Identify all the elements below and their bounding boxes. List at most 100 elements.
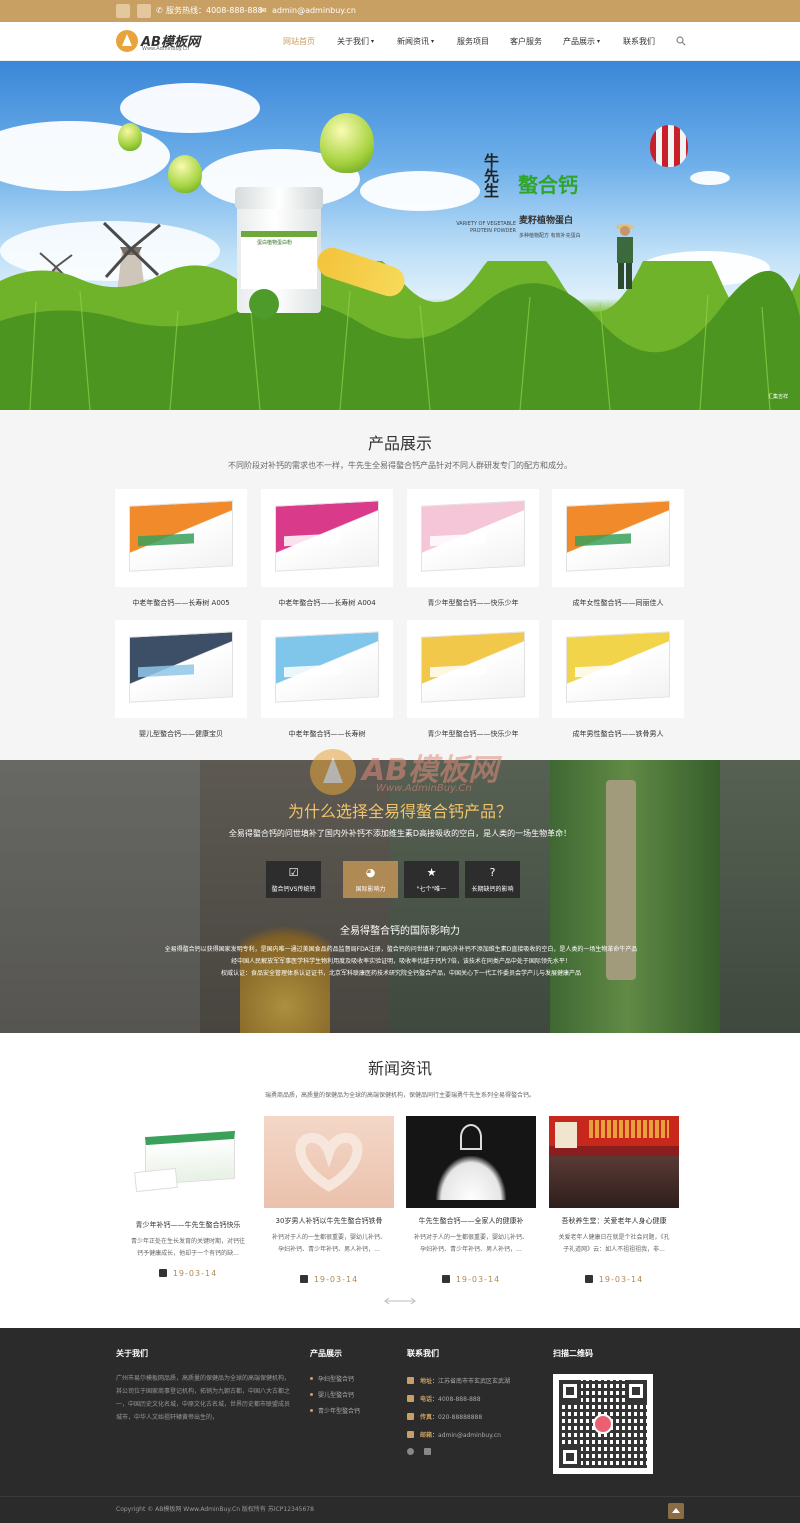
product-box-stripe [575, 533, 631, 547]
date-text: 19-03-14 [313, 1275, 359, 1284]
news-card[interactable]: 吾秋养生堂：关爱老年人身心健康 关爱老年人健康日在就是个社会问题，《孔子礼道网》… [549, 1116, 679, 1286]
news-card-title[interactable]: 牛先生螯合钙——全家人的健康补 [406, 1216, 536, 1226]
cart-icon[interactable] [137, 4, 151, 18]
topbar-email[interactable]: admin@adminbuy.cn [272, 6, 356, 16]
poster-image [555, 1122, 577, 1148]
product-card[interactable] [261, 489, 393, 587]
news-description: 瑞勇商品质，高质量的保健品为全球的高端保健机构，保健品同行主要瑞勇牛先生系列全易… [264, 1092, 535, 1099]
date-text: 19-03-14 [455, 1275, 501, 1284]
cloud [360, 171, 480, 211]
product-name[interactable]: 中老年螯合钙——长寿树 A004 [261, 598, 393, 608]
footer-email[interactable]: 邮箱：admin@adminbuy.cn [407, 1430, 501, 1439]
site-header: AB模板网 Www.AdminBuy.Cn 网站首页 关于我们 ▾ 新闻资讯 ▾ 服… [0, 22, 800, 61]
back-to-top-button[interactable] [668, 1503, 684, 1519]
date-text: 19-03-14 [172, 1269, 218, 1278]
news-image [549, 1116, 679, 1208]
product-card[interactable] [115, 620, 247, 718]
calendar-icon [158, 1269, 167, 1277]
footer-address: 地址：江苏省南市市玄武区玄武湖 [407, 1376, 510, 1385]
link-text: 青少年型螯合钙 [318, 1408, 361, 1415]
product-name[interactable]: 成年女性螯合钙——同丽佳人 [552, 598, 684, 608]
product-name[interactable]: 中老年螯合钙——长寿树 A005 [115, 598, 247, 608]
heart-hands-image [295, 1133, 363, 1192]
flask-image [460, 1124, 482, 1150]
news-card-desc: 青少年正处在生长发育的关键时期，对钙往钙予健康成长，他却于一个有钙的缺... [131, 1238, 246, 1257]
chevron-down-icon: ▾ [597, 38, 601, 45]
nav-item-services[interactable]: 服务项目 [457, 22, 489, 61]
news-card-date: 19-03-14 [549, 1275, 679, 1284]
carousel-arrows-icon[interactable] [384, 1296, 416, 1306]
contact-label: 电话： [420, 1396, 439, 1403]
qr-position-marker [625, 1380, 647, 1402]
banner-brand-vertical: 牛先生 [482, 153, 500, 198]
top-bar: ✆ 服务热线： 4008-888-888 ✉ admin@adminbuy.cn [0, 0, 800, 22]
footer-phone: 电话：4008-888-888 [407, 1394, 481, 1403]
search-icon[interactable] [676, 36, 686, 46]
product-image [421, 500, 525, 572]
chevron-down-icon: ▾ [371, 38, 375, 45]
news-card[interactable]: 牛先生螯合钙——全家人的健康补 补钙对于人的一生都很重要，婴幼儿补钙、孕妇补钙、… [406, 1116, 536, 1286]
nav-item-news[interactable]: 新闻资讯 ▾ [397, 22, 434, 61]
hero-banner[interactable]: 蛋白植物蛋白粉 牛先生 螯合钙 麦籽植物蛋白 VARIETY OF VEGETA… [0, 61, 800, 410]
product-name[interactable]: 婴儿型螯合钙——健康宝贝 [115, 729, 247, 739]
site-logo[interactable]: AB模板网 Www.AdminBuy.Cn [116, 30, 216, 54]
product-name[interactable]: 青少年型螯合钙——快乐少年 [407, 598, 539, 608]
qq-icon[interactable] [407, 1448, 414, 1455]
news-card-title[interactable]: 青少年补钙——牛先生螯合钙快乐 [123, 1220, 253, 1230]
cart-icon[interactable] [423, 1448, 431, 1455]
nav-item-home[interactable]: 网站首页 [283, 22, 315, 61]
contact-value: 4008-888-888 [438, 1396, 481, 1403]
footer-about-title: 关于我们 [116, 1349, 148, 1358]
news-card-title[interactable]: 30岁男人补钙以牛先生螯合钙铁骨 [264, 1216, 394, 1226]
product-card[interactable] [115, 489, 247, 587]
news-card-date: 19-03-14 [264, 1275, 394, 1284]
nav-item-about[interactable]: 关于我们 ▾ [337, 22, 374, 61]
news-card[interactable]: 30岁男人补钙以牛先生螯合钙铁骨 补钙对于人的一生都很重要，婴幼儿补钙、孕妇补钙… [264, 1116, 394, 1286]
phone-icon: ✆ [156, 6, 163, 15]
news-card-title[interactable]: 吾秋养生堂：关爱老年人身心健康 [549, 1216, 679, 1226]
contact-value: 江苏省南市市玄武区玄武湖 [438, 1378, 511, 1385]
tab-calcium-deficiency[interactable]: ? 长期缺钙的影响 [465, 861, 520, 898]
footer-contact-title: 联系我们 [407, 1349, 439, 1358]
jar-lid [235, 187, 323, 209]
cloud [120, 83, 260, 133]
jar-label-text: 蛋白植物蛋白粉 [257, 240, 293, 246]
product-card[interactable] [552, 620, 684, 718]
logo-subtitle: Www.AdminBuy.Cn [142, 46, 190, 52]
hot-air-balloon [650, 125, 688, 167]
product-name[interactable]: 中老年螯合钙——长寿树 [261, 729, 393, 739]
tab-label: "七个"唯一 [416, 886, 447, 893]
phone-icon [407, 1395, 414, 1402]
product-card[interactable] [552, 489, 684, 587]
nav-label: 关于我们 [337, 37, 369, 46]
qr-code [553, 1374, 653, 1474]
nav-item-customer-service[interactable]: 客户服务 [510, 22, 542, 61]
qr-position-marker [559, 1446, 581, 1468]
product-card[interactable] [407, 620, 539, 718]
star-icon: ★ [426, 866, 437, 879]
footer-product-link[interactable]: 青少年型螯合钙 [310, 1406, 360, 1415]
footer-qr-title: 扫描二维码 [553, 1349, 593, 1358]
event-banner-text [589, 1120, 669, 1138]
home-icon[interactable] [116, 4, 130, 18]
news-card[interactable]: 青少年补钙——牛先生螯合钙快乐 青少年正处在生长发育的关键时期，对钙往钙予健康成… [123, 1116, 253, 1286]
logo-mark-icon [116, 30, 138, 52]
nav-item-contact[interactable]: 联系我们 [623, 22, 655, 61]
product-name[interactable]: 成年男性螯合钙——铁骨男人 [552, 729, 684, 739]
product-jar: 蛋白植物蛋白粉 [235, 187, 323, 319]
products-description: 不同阶段对补钙的需求也不一样，牛先生全易得螯合钙产品针对不同人群研发专门的配方和… [228, 461, 572, 470]
nav-item-products[interactable]: 产品展示 ▾ [563, 22, 600, 61]
product-card[interactable] [407, 489, 539, 587]
news-card-desc: 关爱老年人健康日在就是个社会问题，《孔子礼道网》云：如人不祖祖祖我，非... [558, 1234, 670, 1253]
product-card[interactable] [261, 620, 393, 718]
tab-international-influence[interactable]: ◕ 国际影响力 [343, 861, 398, 898]
news-card-date: 19-03-14 [406, 1275, 536, 1284]
cloud [690, 171, 730, 185]
contact-value: admin@adminbuy.cn [438, 1432, 501, 1439]
footer-product-link[interactable]: 孕妇型螯合钙 [310, 1374, 354, 1383]
news-title: 新闻资讯 [367, 1059, 432, 1078]
footer-product-link[interactable]: 婴儿型螯合钙 [310, 1390, 354, 1399]
tab-seven-unique[interactable]: ★ "七个"唯一 [404, 861, 459, 898]
tab-chelated-vs-traditional[interactable]: ☑ 螯合钙VS传统钙 [266, 861, 321, 898]
product-name[interactable]: 青少年型螯合钙——快乐少年 [407, 729, 539, 739]
